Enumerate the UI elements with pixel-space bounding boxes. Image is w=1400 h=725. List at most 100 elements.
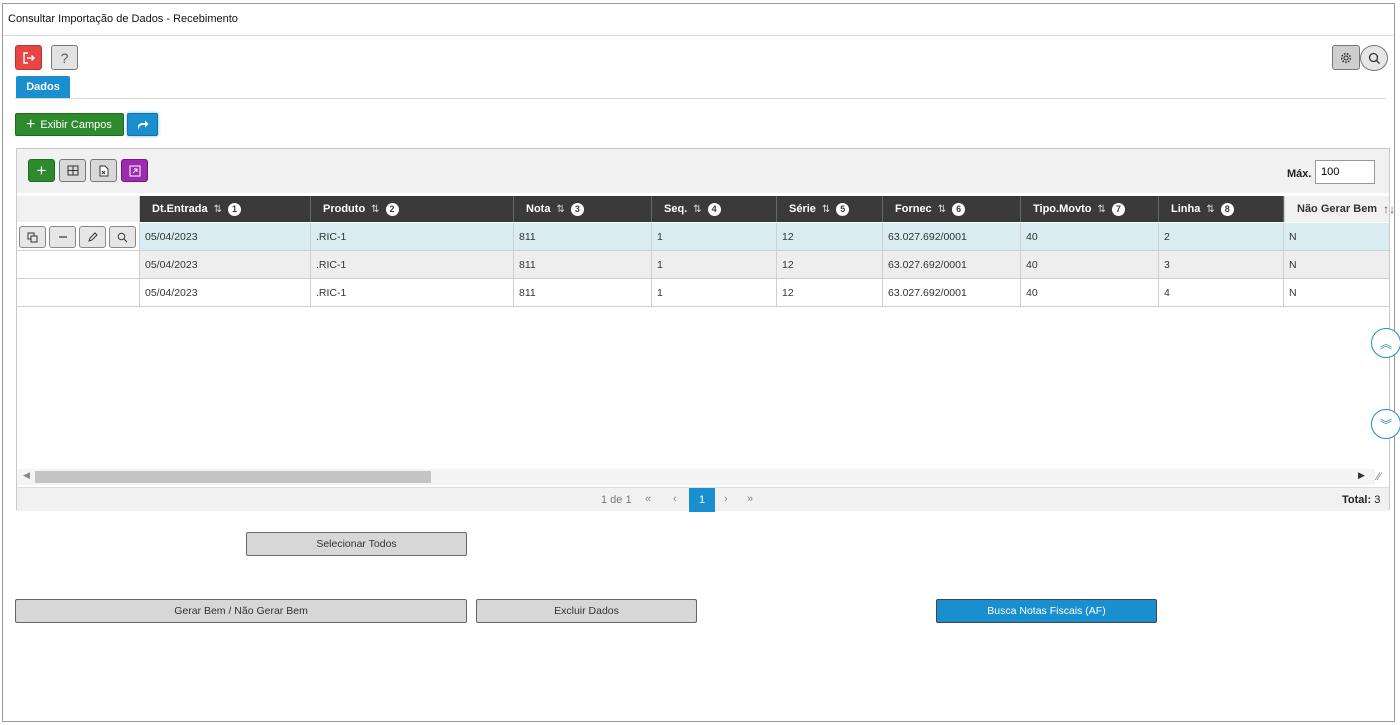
grid-columns-icon bbox=[67, 165, 78, 176]
cell-nao-gerar-bem: N bbox=[1289, 230, 1297, 243]
cell-linha: 2 bbox=[1159, 223, 1284, 250]
export-excel-button[interactable] bbox=[90, 159, 117, 182]
search-icon bbox=[1368, 52, 1380, 64]
exit-button[interactable] bbox=[15, 45, 42, 70]
view-row-button[interactable] bbox=[109, 226, 136, 248]
plus-icon: + bbox=[36, 160, 47, 180]
pencil-icon bbox=[88, 231, 98, 242]
copy-row-button[interactable] bbox=[19, 226, 46, 248]
tab-dados[interactable]: Dados bbox=[16, 76, 70, 98]
scroll-top-button[interactable]: ︽ bbox=[1371, 328, 1400, 358]
col-nao-gerar-bem[interactable]: Não Gerar Bem ↑↓ bbox=[1284, 196, 1395, 222]
cell-nao-gerar-bem: N bbox=[1289, 258, 1297, 271]
actions-header bbox=[17, 196, 140, 222]
page-info: 1 de 1 bbox=[601, 494, 632, 506]
expand-button[interactable] bbox=[121, 159, 148, 182]
sort-icon[interactable]: ⇅ bbox=[693, 204, 701, 215]
sort-icon[interactable]: ⇅ bbox=[556, 204, 564, 215]
sort-order-badge: 2 bbox=[385, 202, 399, 216]
sort-icon[interactable]: ↑↓ bbox=[1383, 202, 1395, 216]
resize-handle-icon[interactable]: ⁄⁄ bbox=[1377, 471, 1381, 483]
row-actions bbox=[17, 251, 140, 278]
col-seq[interactable]: Seq. ⇅ 4 bbox=[652, 196, 777, 222]
cell-serie: 12 bbox=[777, 223, 883, 250]
sort-order-badge: 6 bbox=[952, 202, 966, 216]
horizontal-scrollbar[interactable]: ◀ ▶ bbox=[17, 469, 1375, 485]
sort-order-badge: 7 bbox=[1111, 202, 1125, 216]
sort-order-badge: 3 bbox=[570, 202, 584, 216]
gerar-bem-button[interactable]: Gerar Bem / Não Gerar Bem bbox=[15, 599, 467, 623]
col-dt-entrada[interactable]: Dt.Entrada ⇅ 1 bbox=[140, 196, 311, 222]
cell-dt-entrada: 05/04/2023 bbox=[140, 279, 311, 306]
row-actions bbox=[17, 279, 140, 306]
sort-icon[interactable]: ⇅ bbox=[1206, 204, 1214, 215]
cell-linha: 3 bbox=[1159, 251, 1284, 278]
column-label: Seq. bbox=[664, 203, 688, 215]
cell-serie: 12 bbox=[777, 251, 883, 278]
data-grid: + Máx. Dt.Entrada ⇅ 1 Produto ⇅ 2 Nota ⇅ 3 Seq… bbox=[16, 148, 1400, 512]
excluir-dados-button[interactable]: Excluir Dados bbox=[476, 599, 697, 623]
selecionar-todos-button[interactable]: Selecionar Todos bbox=[246, 532, 467, 556]
search-button[interactable] bbox=[1360, 45, 1388, 71]
col-fornec[interactable]: Fornec ⇅ 6 bbox=[883, 196, 1021, 222]
pagination: 1 de 1 « ‹ 1 › » Total: 3 bbox=[17, 487, 1389, 512]
cell-seq: 1 bbox=[652, 279, 777, 306]
sort-icon[interactable]: ⇅ bbox=[938, 204, 946, 215]
plus-icon: + bbox=[26, 115, 36, 133]
add-record-button[interactable]: + bbox=[28, 159, 55, 182]
edit-row-button[interactable] bbox=[79, 226, 106, 248]
scrollbar-thumb[interactable] bbox=[35, 471, 431, 483]
sort-icon[interactable]: ⇅ bbox=[1097, 204, 1105, 215]
column-label: Não Gerar Bem bbox=[1297, 203, 1378, 215]
column-label: Linha bbox=[1171, 203, 1201, 215]
column-label: Dt.Entrada bbox=[152, 203, 208, 215]
table-row[interactable]: 05/04/2023 .RIC-1 811 1 12 63.027.692/00… bbox=[17, 251, 1389, 279]
first-page-button[interactable]: « bbox=[645, 493, 651, 505]
cell-fornec: 63.027.692/0001 bbox=[883, 279, 1021, 306]
double-chevron-up-icon: ︽ bbox=[1379, 336, 1392, 351]
settings-button[interactable] bbox=[1332, 45, 1360, 70]
minus-icon bbox=[58, 236, 67, 238]
sort-icon[interactable]: ⇅ bbox=[371, 204, 379, 215]
column-label: Série bbox=[789, 203, 816, 215]
table-row[interactable]: 05/04/2023 .RIC-1 811 1 12 63.027.692/00… bbox=[17, 279, 1389, 307]
cell-dt-entrada: 05/04/2023 bbox=[140, 223, 311, 250]
cell-produto: .RIC-1 bbox=[311, 279, 514, 306]
table-row[interactable]: 05/04/2023 .RIC-1 811 1 12 63.027.692/00… bbox=[17, 223, 1389, 251]
title-divider bbox=[3, 35, 1394, 36]
columns-button[interactable] bbox=[59, 159, 86, 182]
excel-file-icon bbox=[99, 165, 108, 176]
col-nota[interactable]: Nota ⇅ 3 bbox=[514, 196, 652, 222]
max-records-input[interactable] bbox=[1315, 160, 1375, 184]
next-page-button[interactable]: › bbox=[724, 493, 728, 505]
max-label: Máx. bbox=[1287, 168, 1312, 180]
col-linha[interactable]: Linha ⇅ 8 bbox=[1159, 196, 1284, 222]
exibir-campos-button[interactable]: + Exibir Campos bbox=[15, 113, 124, 136]
sort-icon[interactable]: ⇅ bbox=[214, 204, 222, 215]
cell-dt-entrada: 05/04/2023 bbox=[140, 251, 311, 278]
sort-order-badge: 1 bbox=[228, 202, 242, 216]
delete-row-button[interactable] bbox=[49, 226, 76, 248]
share-button[interactable] bbox=[127, 113, 158, 136]
column-label: Nota bbox=[526, 203, 551, 215]
sort-icon[interactable]: ⇅ bbox=[822, 204, 830, 215]
busca-notas-button[interactable]: Busca Notas Fiscais (AF) bbox=[936, 599, 1157, 623]
col-tipo-movto[interactable]: Tipo.Movto ⇅ 7 bbox=[1021, 196, 1159, 222]
row-actions bbox=[17, 223, 140, 250]
col-produto[interactable]: Produto ⇅ 2 bbox=[311, 196, 514, 222]
copy-icon bbox=[27, 232, 38, 242]
column-label: Tipo.Movto bbox=[1033, 203, 1092, 215]
scroll-left-icon[interactable]: ◀ bbox=[23, 470, 30, 481]
help-button[interactable]: ? bbox=[51, 45, 78, 70]
search-icon bbox=[117, 232, 128, 242]
share-arrow-icon bbox=[138, 120, 149, 130]
scroll-bottom-button[interactable]: ︾ bbox=[1371, 409, 1400, 439]
col-serie[interactable]: Série ⇅ 5 bbox=[777, 196, 883, 222]
current-page[interactable]: 1 bbox=[689, 488, 715, 512]
prev-page-button[interactable]: ‹ bbox=[673, 493, 677, 505]
scroll-right-icon[interactable]: ▶ bbox=[1358, 470, 1365, 481]
window-title: Consultar Importação de Dados - Recebime… bbox=[8, 13, 238, 25]
last-page-button[interactable]: » bbox=[747, 493, 753, 505]
cell-produto: .RIC-1 bbox=[311, 223, 514, 250]
cell-nota: 811 bbox=[514, 223, 652, 250]
